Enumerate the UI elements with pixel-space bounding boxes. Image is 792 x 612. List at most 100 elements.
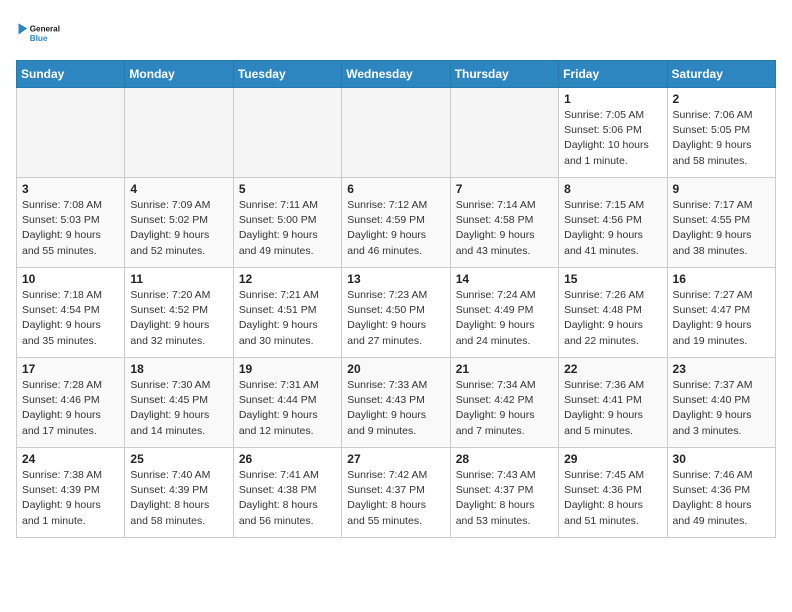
day-info: Sunrise: 7:24 AM Sunset: 4:49 PM Dayligh… xyxy=(456,288,553,349)
calendar-day-cell: 13 Sunrise: 7:23 AM Sunset: 4:50 PM Dayli… xyxy=(342,268,450,358)
calendar-day-cell: 9 Sunrise: 7:17 AM Sunset: 4:55 PM Daylig… xyxy=(667,178,775,268)
day-number: 9 xyxy=(673,182,770,196)
calendar-day-cell: 2 Sunrise: 7:06 AM Sunset: 5:05 PM Daylig… xyxy=(667,88,775,178)
calendar-day-cell: 23 Sunrise: 7:37 AM Sunset: 4:40 PM Dayli… xyxy=(667,358,775,448)
calendar-day-cell: 21 Sunrise: 7:34 AM Sunset: 4:42 PM Dayli… xyxy=(450,358,558,448)
calendar-day-cell: 15 Sunrise: 7:26 AM Sunset: 4:48 PM Dayli… xyxy=(559,268,667,358)
weekday-header-cell: Monday xyxy=(125,61,233,88)
day-number: 20 xyxy=(347,362,444,376)
day-info: Sunrise: 7:27 AM Sunset: 4:47 PM Dayligh… xyxy=(673,288,770,349)
day-number: 21 xyxy=(456,362,553,376)
day-number: 10 xyxy=(22,272,119,286)
calendar-day-cell: 24 Sunrise: 7:38 AM Sunset: 4:39 PM Dayli… xyxy=(17,448,125,538)
day-number: 12 xyxy=(239,272,336,286)
calendar-day-cell: 1 Sunrise: 7:05 AM Sunset: 5:06 PM Daylig… xyxy=(559,88,667,178)
svg-text:General: General xyxy=(30,25,60,34)
calendar-week-row: 10 Sunrise: 7:18 AM Sunset: 4:54 PM Dayli… xyxy=(17,268,776,358)
day-number: 30 xyxy=(673,452,770,466)
day-number: 28 xyxy=(456,452,553,466)
day-info: Sunrise: 7:26 AM Sunset: 4:48 PM Dayligh… xyxy=(564,288,661,349)
calendar-day-cell: 6Sunrise: 7:12 AM Sunset: 4:59 PM Daylig… xyxy=(342,178,450,268)
day-info: Sunrise: 7:31 AM Sunset: 4:44 PM Dayligh… xyxy=(239,378,336,439)
day-info: Sunrise: 7:11 AM Sunset: 5:00 PM Dayligh… xyxy=(239,198,336,259)
day-info: Sunrise: 7:34 AM Sunset: 4:42 PM Dayligh… xyxy=(456,378,553,439)
day-info: Sunrise: 7:17 AM Sunset: 4:55 PM Dayligh… xyxy=(673,198,770,259)
day-info: Sunrise: 7:23 AM Sunset: 4:50 PM Dayligh… xyxy=(347,288,444,349)
calendar-day-cell: 7Sunrise: 7:14 AM Sunset: 4:58 PM Daylig… xyxy=(450,178,558,268)
calendar-day-cell xyxy=(125,88,233,178)
calendar-day-cell: 22 Sunrise: 7:36 AM Sunset: 4:41 PM Dayli… xyxy=(559,358,667,448)
calendar-week-row: 1 Sunrise: 7:05 AM Sunset: 5:06 PM Daylig… xyxy=(17,88,776,178)
calendar-day-cell: 28 Sunrise: 7:43 AM Sunset: 4:37 PM Dayli… xyxy=(450,448,558,538)
day-number: 3 xyxy=(22,182,119,196)
day-number: 17 xyxy=(22,362,119,376)
day-number: 2 xyxy=(673,92,770,106)
calendar-day-cell: 19Sunrise: 7:31 AM Sunset: 4:44 PM Dayli… xyxy=(233,358,341,448)
day-number: 13 xyxy=(347,272,444,286)
day-number: 25 xyxy=(130,452,227,466)
page-header: General Blue xyxy=(16,16,776,52)
calendar-day-cell: 25 Sunrise: 7:40 AM Sunset: 4:39 PM Dayli… xyxy=(125,448,233,538)
calendar-day-cell xyxy=(342,88,450,178)
day-info: Sunrise: 7:12 AM Sunset: 4:59 PM Dayligh… xyxy=(347,198,444,259)
calendar-day-cell: 16 Sunrise: 7:27 AM Sunset: 4:47 PM Dayli… xyxy=(667,268,775,358)
day-info: Sunrise: 7:09 AM Sunset: 5:02 PM Dayligh… xyxy=(130,198,227,259)
calendar-day-cell: 20 Sunrise: 7:33 AM Sunset: 4:43 PM Dayli… xyxy=(342,358,450,448)
day-number: 1 xyxy=(564,92,661,106)
calendar-body: 1 Sunrise: 7:05 AM Sunset: 5:06 PM Daylig… xyxy=(17,88,776,538)
calendar-week-row: 3 Sunrise: 7:08 AM Sunset: 5:03 PM Daylig… xyxy=(17,178,776,268)
day-info: Sunrise: 7:06 AM Sunset: 5:05 PM Dayligh… xyxy=(673,108,770,169)
weekday-header-cell: Thursday xyxy=(450,61,558,88)
day-info: Sunrise: 7:05 AM Sunset: 5:06 PM Dayligh… xyxy=(564,108,661,169)
day-info: Sunrise: 7:21 AM Sunset: 4:51 PM Dayligh… xyxy=(239,288,336,349)
weekday-header-cell: Tuesday xyxy=(233,61,341,88)
svg-text:Blue: Blue xyxy=(30,34,48,43)
day-info: Sunrise: 7:43 AM Sunset: 4:37 PM Dayligh… xyxy=(456,468,553,529)
calendar-day-cell: 26 Sunrise: 7:41 AM Sunset: 4:38 PM Dayli… xyxy=(233,448,341,538)
calendar-week-row: 17 Sunrise: 7:28 AM Sunset: 4:46 PM Dayli… xyxy=(17,358,776,448)
day-number: 4 xyxy=(130,182,227,196)
calendar-day-cell: 3 Sunrise: 7:08 AM Sunset: 5:03 PM Daylig… xyxy=(17,178,125,268)
day-info: Sunrise: 7:38 AM Sunset: 4:39 PM Dayligh… xyxy=(22,468,119,529)
day-info: Sunrise: 7:15 AM Sunset: 4:56 PM Dayligh… xyxy=(564,198,661,259)
day-number: 16 xyxy=(673,272,770,286)
day-number: 26 xyxy=(239,452,336,466)
day-info: Sunrise: 7:33 AM Sunset: 4:43 PM Dayligh… xyxy=(347,378,444,439)
calendar-day-cell xyxy=(233,88,341,178)
day-number: 23 xyxy=(673,362,770,376)
calendar-day-cell xyxy=(450,88,558,178)
day-info: Sunrise: 7:37 AM Sunset: 4:40 PM Dayligh… xyxy=(673,378,770,439)
day-info: Sunrise: 7:41 AM Sunset: 4:38 PM Dayligh… xyxy=(239,468,336,529)
weekday-header-cell: Friday xyxy=(559,61,667,88)
calendar-day-cell: 30 Sunrise: 7:46 AM Sunset: 4:36 PM Dayli… xyxy=(667,448,775,538)
weekday-header-cell: Saturday xyxy=(667,61,775,88)
logo: General Blue xyxy=(16,16,66,52)
day-number: 8 xyxy=(564,182,661,196)
day-info: Sunrise: 7:28 AM Sunset: 4:46 PM Dayligh… xyxy=(22,378,119,439)
day-info: Sunrise: 7:46 AM Sunset: 4:36 PM Dayligh… xyxy=(673,468,770,529)
day-info: Sunrise: 7:18 AM Sunset: 4:54 PM Dayligh… xyxy=(22,288,119,349)
calendar-day-cell xyxy=(17,88,125,178)
day-info: Sunrise: 7:30 AM Sunset: 4:45 PM Dayligh… xyxy=(130,378,227,439)
day-info: Sunrise: 7:08 AM Sunset: 5:03 PM Dayligh… xyxy=(22,198,119,259)
day-info: Sunrise: 7:14 AM Sunset: 4:58 PM Dayligh… xyxy=(456,198,553,259)
day-number: 22 xyxy=(564,362,661,376)
day-info: Sunrise: 7:40 AM Sunset: 4:39 PM Dayligh… xyxy=(130,468,227,529)
day-number: 14 xyxy=(456,272,553,286)
day-number: 24 xyxy=(22,452,119,466)
day-info: Sunrise: 7:45 AM Sunset: 4:36 PM Dayligh… xyxy=(564,468,661,529)
day-number: 11 xyxy=(130,272,227,286)
day-number: 15 xyxy=(564,272,661,286)
calendar-day-cell: 11Sunrise: 7:20 AM Sunset: 4:52 PM Dayli… xyxy=(125,268,233,358)
day-info: Sunrise: 7:36 AM Sunset: 4:41 PM Dayligh… xyxy=(564,378,661,439)
calendar-day-cell: 18Sunrise: 7:30 AM Sunset: 4:45 PM Dayli… xyxy=(125,358,233,448)
calendar-day-cell: 17 Sunrise: 7:28 AM Sunset: 4:46 PM Dayli… xyxy=(17,358,125,448)
calendar-day-cell: 4 Sunrise: 7:09 AM Sunset: 5:02 PM Daylig… xyxy=(125,178,233,268)
calendar-table: SundayMondayTuesdayWednesdayThursdayFrid… xyxy=(16,60,776,538)
logo-svg: General Blue xyxy=(16,16,66,52)
calendar-day-cell: 10 Sunrise: 7:18 AM Sunset: 4:54 PM Dayli… xyxy=(17,268,125,358)
calendar-day-cell: 14 Sunrise: 7:24 AM Sunset: 4:49 PM Dayli… xyxy=(450,268,558,358)
weekday-header-row: SundayMondayTuesdayWednesdayThursdayFrid… xyxy=(17,61,776,88)
day-number: 5 xyxy=(239,182,336,196)
calendar-week-row: 24 Sunrise: 7:38 AM Sunset: 4:39 PM Dayli… xyxy=(17,448,776,538)
